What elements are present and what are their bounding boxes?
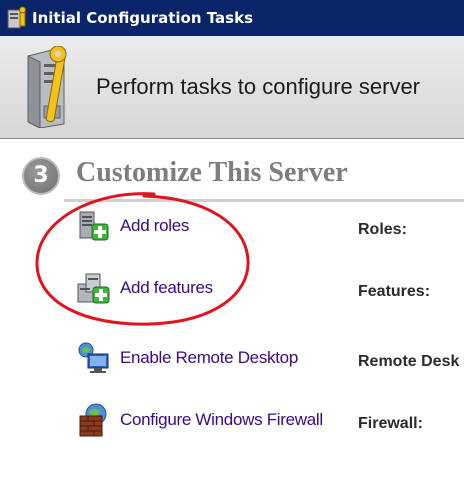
add-features-link[interactable]: Add features — [120, 278, 213, 298]
roles-property-label: Roles: — [358, 221, 407, 238]
server-wrench-icon — [22, 45, 78, 129]
features-property-label: Features: — [358, 283, 431, 300]
task-configure-firewall[interactable]: Configure Windows Firewall — [76, 402, 336, 438]
remote-desktop-property-label: Remote Desk — [358, 353, 460, 370]
add-roles-icon — [76, 208, 112, 244]
task-add-features[interactable]: Add features — [76, 270, 336, 306]
header-banner: Perform tasks to configure server — [0, 36, 464, 139]
section-divider — [64, 199, 464, 202]
task-add-roles[interactable]: Add roles — [76, 208, 336, 244]
firewall-property-label: Firewall: — [358, 415, 423, 432]
step-number-badge: 3 — [22, 157, 60, 195]
firewall-icon — [76, 402, 112, 438]
window-title: Initial Configuration Tasks — [32, 9, 254, 27]
banner-subtitle: Perform tasks to configure server — [96, 74, 421, 99]
section-title: Customize This Server — [76, 157, 348, 188]
remote-desktop-icon — [76, 340, 112, 376]
window-titlebar: Initial Configuration Tasks — [0, 0, 464, 36]
add-roles-link[interactable]: Add roles — [120, 216, 189, 236]
configuration-tasks-icon — [6, 6, 28, 30]
task-enable-remote-desktop[interactable]: Enable Remote Desktop — [76, 340, 336, 376]
add-features-icon — [76, 270, 112, 306]
enable-remote-desktop-link[interactable]: Enable Remote Desktop — [120, 348, 298, 368]
configure-windows-firewall-link[interactable]: Configure Windows Firewall — [120, 410, 323, 430]
